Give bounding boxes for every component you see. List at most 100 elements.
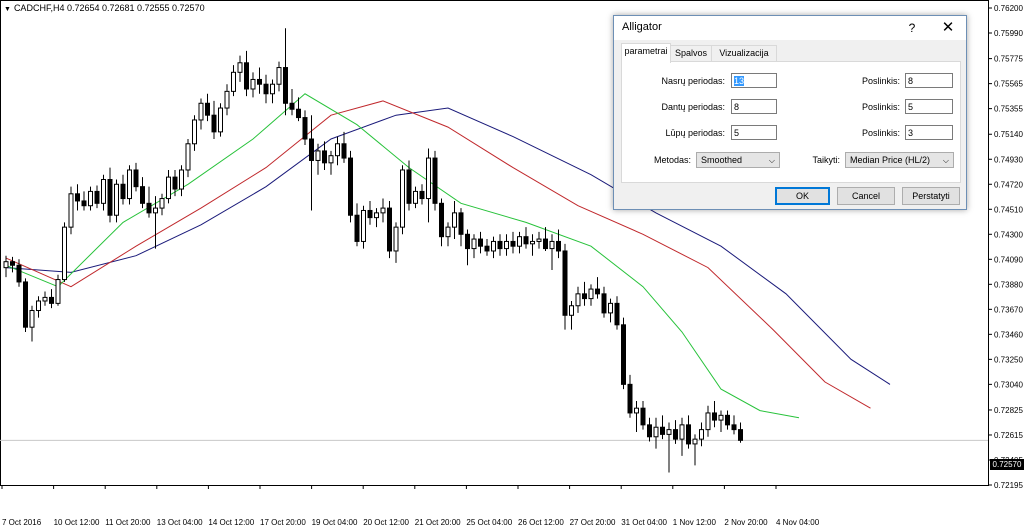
price-label: 0.75990 — [994, 29, 1023, 38]
candle-body — [608, 302, 613, 314]
candle-body — [562, 250, 568, 316]
jaw-shift-label: Poslinkis: — [861, 76, 900, 86]
price-label: 0.74510 — [994, 205, 1023, 214]
candle-body — [81, 200, 87, 207]
parameters-panel: Nasrų periodas: 13 Poslinkis: 8 Dantų pe… — [621, 61, 961, 183]
help-button[interactable]: ? — [902, 18, 922, 38]
candle-body — [426, 157, 431, 200]
candle-body — [309, 138, 314, 161]
candle-body — [107, 179, 113, 216]
price-label: 0.73040 — [994, 380, 1023, 389]
candle-body — [367, 209, 373, 219]
dialog-titlebar[interactable]: Alligator ? ✕ — [614, 16, 966, 40]
candle-body — [10, 261, 15, 266]
jaw-period-input[interactable]: 13 — [731, 73, 777, 88]
price-label: 0.73250 — [994, 355, 1023, 364]
candle-body — [42, 296, 48, 302]
method-select[interactable]: Smoothed ⌵ — [696, 152, 780, 168]
candle-body — [536, 238, 542, 242]
price-label: 0.75565 — [994, 80, 1023, 89]
candle-body — [725, 414, 730, 426]
candle-body — [263, 83, 269, 95]
price-label: 0.72615 — [994, 431, 1023, 440]
alligator-dialog: Alligator ? ✕ parametrai Spalvos Vizuali… — [613, 15, 967, 210]
lips-period-input[interactable]: 5 — [731, 125, 777, 140]
time-label: 21 Oct 20:00 — [415, 518, 461, 527]
price-label: 0.74090 — [994, 255, 1023, 264]
candle-body — [497, 240, 503, 250]
time-label: 13 Oct 04:00 — [157, 518, 203, 527]
time-label: 19 Oct 04:00 — [312, 518, 358, 527]
teeth-shift-input[interactable]: 5 — [905, 99, 953, 114]
candle-body — [530, 240, 535, 245]
close-icon[interactable]: ✕ — [936, 18, 960, 38]
reset-button[interactable]: Perstatyti — [902, 187, 960, 205]
time-label: 11 Oct 20:00 — [105, 518, 151, 527]
candle-body — [380, 207, 386, 214]
method-label: Metodas: — [653, 155, 691, 165]
time-label: 25 Oct 04:00 — [466, 518, 512, 527]
ok-button[interactable]: OK — [775, 187, 830, 205]
candle-body — [569, 305, 574, 316]
candle-body — [250, 78, 256, 90]
apply-to-select[interactable]: Median Price (HL/2) ⌵ — [845, 152, 954, 168]
candle-body — [68, 193, 74, 228]
candle-body — [445, 226, 451, 238]
price-label: 0.73460 — [994, 330, 1023, 339]
candle-body — [16, 264, 22, 283]
candle-body — [413, 190, 418, 204]
candle-body — [393, 226, 399, 252]
price-label: 0.74300 — [994, 230, 1023, 239]
time-label: 14 Oct 12:00 — [208, 518, 254, 527]
apply-to-label: Taikyti: — [812, 155, 840, 165]
candle-body — [296, 108, 301, 119]
candle-body — [231, 71, 236, 92]
candle-body — [322, 150, 327, 164]
price-label: 0.74930 — [994, 155, 1023, 164]
chart-header: ▼ CADCHF,H4 0.72654 0.72681 0.72555 0.725… — [4, 3, 205, 13]
cancel-button[interactable]: Cancel — [837, 187, 895, 205]
tab-visualization[interactable]: Vizualizacija — [711, 45, 777, 62]
candle-body — [556, 240, 561, 252]
price-label: 0.73880 — [994, 280, 1023, 289]
candle-body — [29, 310, 35, 328]
candle-body — [3, 261, 9, 269]
candle-body — [439, 202, 444, 238]
candle-body — [465, 233, 470, 250]
dialog-body: parametrai Spalvos Vizualizacija Nasrų p… — [614, 40, 966, 209]
chevron-down-icon: ⌵ — [942, 156, 949, 165]
candle-body — [666, 429, 672, 435]
time-label: 10 Oct 12:00 — [54, 518, 100, 527]
candle-body — [257, 78, 262, 85]
candle-body — [452, 212, 457, 228]
candle-body — [647, 424, 652, 438]
candle-body — [510, 240, 516, 247]
price-label: 0.76200 — [994, 4, 1023, 13]
candle-body — [699, 429, 704, 440]
triangle-down-icon: ▼ — [4, 6, 11, 13]
jaw-period-label: Nasrų periodas: — [661, 76, 725, 86]
candle-body — [75, 193, 80, 202]
jaw-shift-input[interactable]: 8 — [905, 73, 953, 88]
candle-body — [614, 302, 620, 326]
candle-body — [55, 279, 61, 304]
tab-colors[interactable]: Spalvos — [670, 45, 712, 62]
candle-body — [621, 324, 626, 385]
lips-shift-input[interactable]: 3 — [905, 125, 953, 140]
candle-body — [406, 169, 412, 204]
candle-body — [211, 114, 217, 133]
lips-shift-label: Poslinkis: — [861, 128, 900, 138]
candle-body — [335, 143, 340, 157]
time-label: 17 Oct 20:00 — [260, 518, 306, 527]
price-label: 0.75775 — [994, 55, 1023, 64]
candle-body — [575, 293, 581, 307]
price-label: 0.72825 — [994, 406, 1023, 415]
price-label: 0.72195 — [994, 481, 1023, 490]
time-label: 26 Oct 12:00 — [518, 518, 564, 527]
candle-body — [94, 190, 100, 204]
candle-body — [627, 383, 633, 414]
teeth-period-input[interactable]: 8 — [731, 99, 777, 114]
candle-body — [731, 424, 737, 431]
tab-parameters[interactable]: parametrai — [621, 43, 671, 63]
price-label: 0.75140 — [994, 130, 1023, 139]
